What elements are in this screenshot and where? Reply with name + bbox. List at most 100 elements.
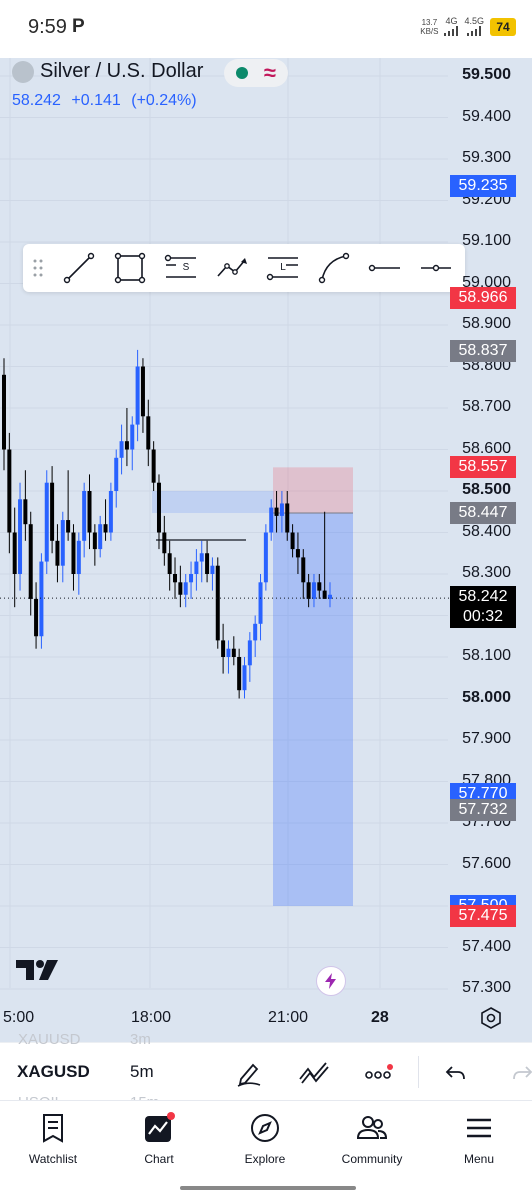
- long-position-tool[interactable]: L: [257, 244, 308, 292]
- candle-body: [87, 491, 92, 533]
- candle-body: [103, 524, 108, 533]
- candle-body: [50, 482, 55, 541]
- redo-button[interactable]: [505, 1056, 532, 1090]
- take-profit-zone: [273, 512, 353, 906]
- candle-body: [130, 424, 135, 450]
- price-change: +0.141: [71, 92, 121, 109]
- silver-symbol-icon: [12, 60, 34, 83]
- price-summary: 58.242 +0.141 (+0.24%): [12, 92, 203, 110]
- signal-45g-label: 4.5G: [464, 16, 484, 26]
- last-price: 58.242: [12, 92, 61, 109]
- horizontal-ray-tool[interactable]: [359, 244, 410, 292]
- candle-body: [285, 503, 290, 533]
- candle-body: [44, 482, 49, 562]
- app-notification-icon: P: [72, 16, 85, 37]
- price-tag: 58.447: [450, 501, 516, 524]
- candle-body: [151, 449, 156, 483]
- net-speed-value: 13.7: [421, 17, 438, 27]
- symbol-title[interactable]: Silver / U.S. Dollar: [12, 60, 203, 83]
- price-tag: 58.837: [450, 340, 516, 363]
- candle-body: [108, 491, 113, 533]
- undo-button[interactable]: [439, 1056, 473, 1090]
- more-button[interactable]: [362, 1056, 396, 1090]
- symbol-selector[interactable]: XAGUSD: [17, 1062, 90, 1082]
- status-indicators: 13.7 KB/S 4G 4.5G 74: [420, 17, 516, 36]
- prev-symbol[interactable]: XAUUSD: [18, 1031, 81, 1048]
- tradingview-logo-icon: [16, 960, 58, 980]
- nav-community[interactable]: Community: [319, 1112, 425, 1166]
- horizontal-ray-icon: [368, 264, 400, 272]
- nav-explore[interactable]: Explore: [212, 1112, 318, 1166]
- candle-body: [124, 441, 129, 450]
- horizontal-line-tool[interactable]: [410, 244, 461, 292]
- long-position-icon: L: [266, 257, 298, 281]
- compass-icon: [251, 1114, 279, 1142]
- candle-body: [205, 553, 210, 574]
- candle-body: [199, 553, 204, 562]
- signal-45g: 4.5G: [464, 17, 484, 36]
- pencil-icon: [237, 1063, 261, 1087]
- candle-body: [162, 532, 167, 554]
- path-tool[interactable]: [206, 244, 257, 292]
- nav-menu[interactable]: Menu: [426, 1112, 532, 1166]
- tradingview-logo[interactable]: [14, 956, 60, 987]
- candle-body: [18, 499, 23, 574]
- candle-body: [76, 540, 81, 574]
- candle-body: [183, 582, 188, 595]
- current-price-tag: 58.242 00:32: [450, 586, 516, 628]
- nav-chart[interactable]: Chart: [106, 1112, 212, 1166]
- indicators-button[interactable]: [297, 1056, 331, 1090]
- price-axis-label: 57.900: [462, 730, 511, 747]
- trend-line-icon: [63, 252, 94, 284]
- candle-body: [274, 507, 279, 516]
- indicators-icon: [299, 1062, 329, 1084]
- price-tag: 58.966: [450, 286, 516, 309]
- candle-body: [226, 648, 231, 657]
- candle-body: [178, 582, 183, 595]
- candle-body: [221, 640, 226, 657]
- nav-watchlist[interactable]: Watchlist: [0, 1112, 106, 1166]
- candle-body: [28, 524, 33, 599]
- candle-body: [92, 532, 97, 550]
- candle-body: [60, 520, 65, 566]
- more-dots-icon: [365, 1064, 393, 1079]
- candle-body: [12, 532, 17, 574]
- flash-button[interactable]: [316, 966, 346, 996]
- divider: [418, 1056, 419, 1088]
- candle-body: [317, 582, 322, 591]
- chart-settings-button[interactable]: [479, 1006, 503, 1030]
- nav-label: Chart: [144, 1152, 174, 1166]
- market-status-pill[interactable]: ≈: [224, 59, 288, 87]
- candle-body: [263, 532, 268, 583]
- candle-body: [119, 441, 124, 458]
- candle-body: [194, 561, 199, 574]
- short-position-tool[interactable]: S: [155, 244, 206, 292]
- path-icon: [216, 258, 247, 277]
- drag-handle-icon[interactable]: [23, 244, 53, 292]
- curve-tool[interactable]: [308, 244, 359, 292]
- nav-label: Community: [341, 1152, 403, 1166]
- candle-body: [258, 582, 263, 624]
- rectangle-icon: [114, 252, 145, 284]
- rectangle-tool[interactable]: [104, 244, 155, 292]
- timeframe-selector[interactable]: 5m: [130, 1062, 154, 1082]
- price-axis-label: 59.300: [462, 149, 511, 166]
- trend-line-tool[interactable]: [53, 244, 104, 292]
- nav-label: Explore: [244, 1152, 286, 1166]
- drawing-tools-button[interactable]: [232, 1056, 266, 1090]
- price-tag: 57.475: [450, 905, 516, 928]
- supply-zone: [152, 491, 274, 513]
- candle-body: [2, 374, 6, 450]
- candle-body: [301, 557, 306, 583]
- candle-body: [135, 366, 140, 425]
- prev-timeframe[interactable]: 3m: [130, 1031, 151, 1048]
- net-speed-unit: KB/S: [420, 26, 439, 36]
- battery-icon: 74: [490, 17, 516, 36]
- candle-body: [66, 520, 71, 533]
- time-label: 21:00: [268, 1009, 309, 1026]
- time-label-day: 28: [371, 1009, 389, 1026]
- menu-icon: [467, 1118, 491, 1138]
- candle-body: [242, 665, 247, 691]
- stop-loss-zone: [273, 467, 353, 513]
- candle-body: [98, 524, 103, 550]
